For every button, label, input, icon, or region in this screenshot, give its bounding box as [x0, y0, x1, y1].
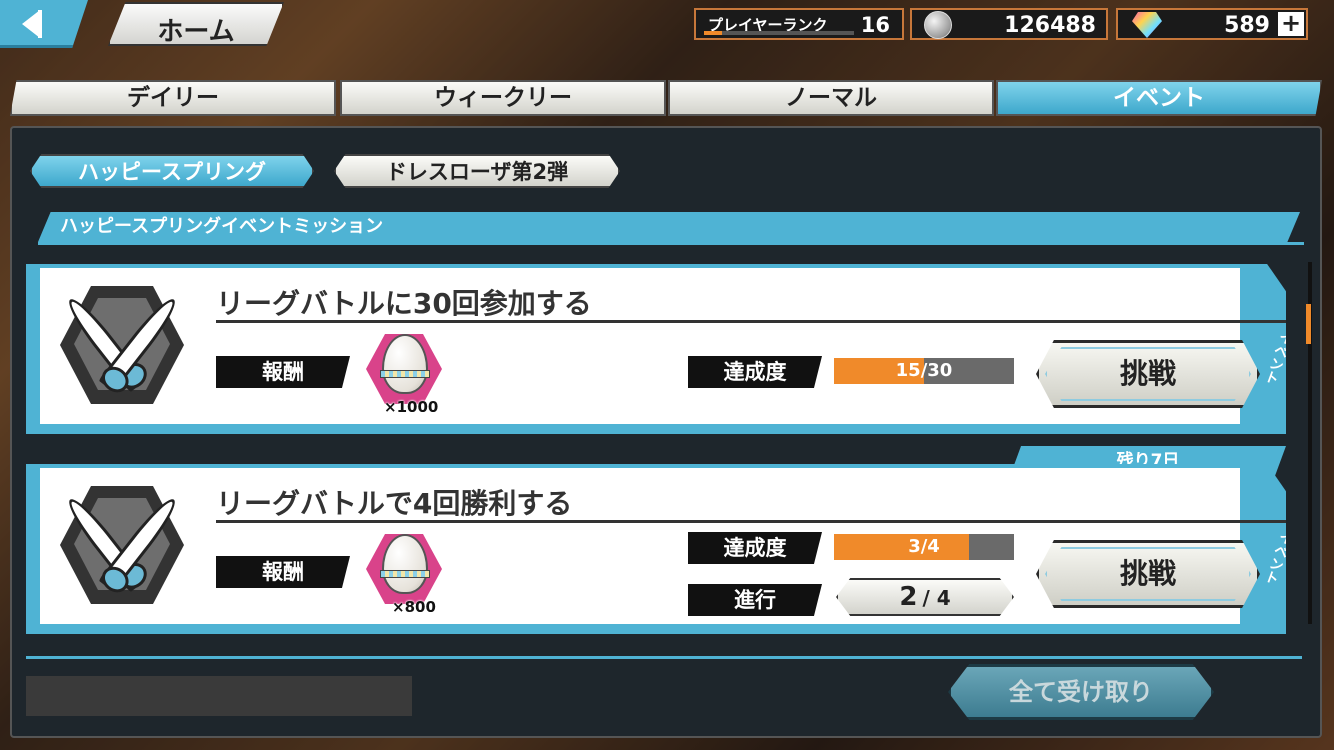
progress-label: 達成度 — [688, 532, 822, 564]
add-gems-button[interactable]: + — [1278, 11, 1304, 36]
receive-all-button[interactable]: 全て受け取り — [948, 664, 1214, 720]
step-label: 進行 — [688, 584, 822, 616]
coin-value: 126488 — [1004, 13, 1096, 38]
tab-weekly[interactable]: ウィークリー — [340, 80, 666, 116]
tab-event[interactable]: イベント — [996, 80, 1322, 116]
subtab-dressrosa[interactable]: ドレスローザ第2弾 — [334, 154, 620, 188]
bottom-divider — [26, 656, 1302, 659]
section-divider — [38, 242, 1304, 245]
progress-label: 達成度 — [688, 356, 822, 388]
step-current: 2 — [899, 582, 918, 612]
mission-title-underline — [216, 320, 1286, 323]
gem-value: 589 — [1224, 13, 1270, 38]
bottom-info-bar — [26, 676, 412, 716]
challenge-button-label: 挑戦 — [1119, 357, 1176, 390]
crossed-swords-icon — [52, 482, 192, 612]
challenge-button-label: 挑戦 — [1119, 557, 1176, 590]
mission-card: リーグバトルに30回参加する 報酬 ×1000 達成度 15/30 挑戦 イベン… — [26, 264, 1286, 434]
progress-text: 3/4 — [908, 536, 940, 557]
section-title: ハッピースプリングイベントミッション — [38, 212, 1300, 242]
back-arrow-icon — [22, 10, 42, 38]
mission-tabs: デイリー ウィークリー ノーマル イベント — [10, 80, 1324, 118]
rank-exp-bar — [704, 31, 854, 35]
home-label: ホーム — [157, 17, 235, 47]
receive-all-label: 全て受け取り — [1009, 678, 1153, 706]
player-rank: プレイヤーランク 16 — [694, 8, 904, 40]
step-counter: 2 / 4 — [836, 578, 1014, 616]
mission-card-body: リーグバトルで4回勝利する 報酬 ×800 達成度 3/4 進行 2 / 4 挑… — [40, 468, 1286, 624]
step-total: / 4 — [922, 586, 951, 610]
progress-bar: 15/30 — [834, 358, 1014, 384]
reward-quantity: ×800 — [392, 598, 436, 616]
mission-title: リーグバトルで4回勝利する — [216, 487, 573, 520]
progress-bar: 3/4 — [834, 534, 1014, 560]
progress-text: 15/30 — [895, 360, 953, 381]
player-rank-value: 16 — [860, 13, 890, 37]
gem-icon — [1132, 12, 1162, 38]
mission-title-underline — [216, 520, 1286, 523]
mission-card: リーグバトルで4回勝利する 報酬 ×800 達成度 3/4 進行 2 / 4 挑… — [26, 464, 1286, 634]
home-button[interactable]: ホーム — [108, 2, 284, 46]
reward-label: 報酬 — [216, 556, 350, 588]
crossed-swords-icon — [52, 282, 192, 412]
reward-label: 報酬 — [216, 356, 350, 388]
mission-panel: ハッピースプリング ドレスローザ第2弾 ハッピースプリングイベントミッション リ… — [10, 126, 1322, 738]
mission-card-body: リーグバトルに30回参加する 報酬 ×1000 達成度 15/30 挑戦 — [40, 268, 1286, 424]
scrollbar-thumb[interactable] — [1306, 304, 1311, 344]
subtab-happy-spring[interactable]: ハッピースプリング — [30, 154, 314, 188]
gem-counter: 589 + — [1116, 8, 1308, 40]
coin-icon — [924, 11, 952, 39]
reward-quantity: ×1000 — [384, 398, 439, 416]
tab-daily[interactable]: デイリー — [10, 80, 336, 116]
coin-counter: 126488 — [910, 8, 1108, 40]
tab-normal[interactable]: ノーマル — [668, 80, 994, 116]
mission-title: リーグバトルに30回参加する — [216, 287, 592, 320]
